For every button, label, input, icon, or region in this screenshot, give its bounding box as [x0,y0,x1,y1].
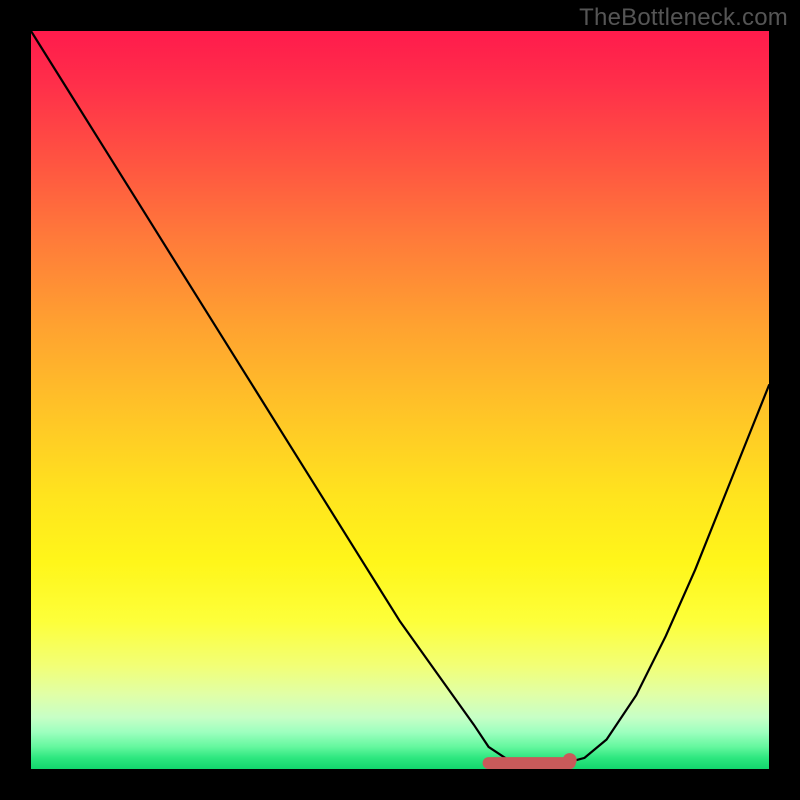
chart-overlay [31,31,769,769]
chart-frame: TheBottleneck.com [0,0,800,800]
bottleneck-curve [31,31,769,765]
plot-area [31,31,769,769]
optimal-point-marker [563,753,577,767]
watermark-text: TheBottleneck.com [579,4,788,32]
